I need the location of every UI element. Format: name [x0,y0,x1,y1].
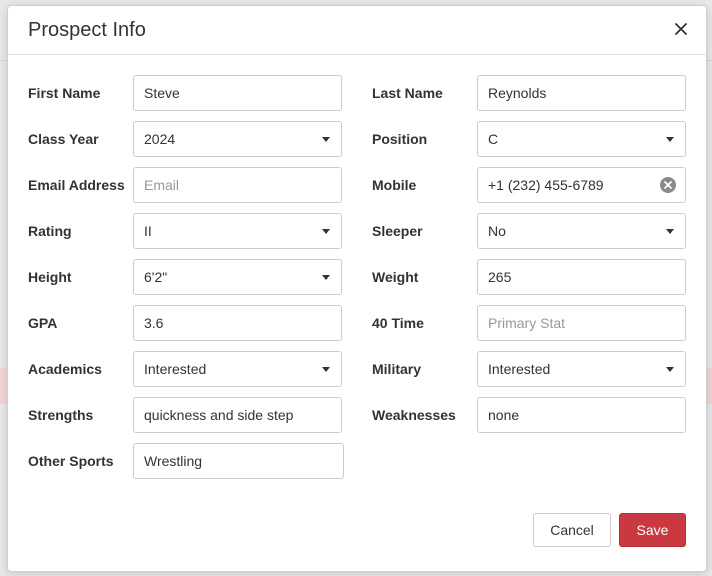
weight-label: Weight [372,269,419,285]
weight-value: 265 [488,269,512,285]
military-select[interactable]: Interested [477,351,686,387]
form-row: Strengths quickness and side step Weakne… [8,397,706,433]
forty-time-field[interactable]: Primary Stat [477,305,686,341]
modal-title: Prospect Info [28,19,146,41]
form-row: Academics Interested Military Interested [8,351,706,387]
other-sports-label: Other Sports [28,453,114,469]
weaknesses-label: Weaknesses [372,407,456,423]
chevron-down-icon [322,137,330,142]
close-button[interactable] [670,18,692,40]
close-icon [675,23,687,35]
gpa-value: 3.6 [144,315,164,331]
gpa-label: GPA [28,315,58,331]
modal-header: Prospect Info [8,6,706,55]
height-label: Height [28,269,72,285]
save-button[interactable]: Save [619,513,686,547]
form-row: Email Address Email Mobile +1 (232) 455-… [8,167,706,203]
sleeper-select[interactable]: No [477,213,686,249]
strengths-value: quickness and side step [144,407,294,423]
chevron-down-icon [322,229,330,234]
first-name-value: Steve [144,85,180,101]
rating-value: II [144,223,152,239]
forty-time-label: 40 Time [372,315,424,331]
weaknesses-field[interactable]: none [477,397,686,433]
mobile-value: +1 (232) 455-6789 [488,177,604,193]
email-placeholder: Email [144,177,180,193]
class-year-label: Class Year [28,131,99,147]
class-year-value: 2024 [144,131,176,147]
chevron-down-icon [666,137,674,142]
strengths-label: Strengths [28,407,94,423]
gpa-field[interactable]: 3.6 [133,305,342,341]
sleeper-value: No [488,223,506,239]
chevron-down-icon [666,367,674,372]
chevron-down-icon [322,275,330,280]
last-name-label: Last Name [372,85,443,101]
form-row: Rating II Sleeper No [8,213,706,249]
other-sports-value: Wrestling [144,453,203,469]
first-name-label: First Name [28,85,101,101]
mobile-field[interactable]: +1 (232) 455-6789 [477,167,686,203]
last-name-field[interactable]: Reynolds [477,75,686,111]
height-select[interactable]: 6'2" [133,259,342,295]
academics-label: Academics [28,361,102,377]
prospect-info-dialog: Prospect Info First Name Steve Last Name… [7,5,707,572]
mobile-label: Mobile [372,177,417,193]
military-label: Military [372,361,422,377]
class-year-select[interactable]: 2024 [133,121,342,157]
other-sports-field[interactable]: Wrestling [133,443,344,479]
rating-select[interactable]: II [133,213,342,249]
form-row: GPA 3.6 40 Time Primary Stat [8,305,706,341]
position-select[interactable]: C [477,121,686,157]
form-row: First Name Steve Last Name Reynolds [8,75,706,111]
form-row: Height 6'2" Weight 265 [8,259,706,295]
academics-select[interactable]: Interested [133,351,342,387]
form-row: Other Sports Wrestling [8,443,706,479]
forty-time-placeholder: Primary Stat [488,315,566,331]
chevron-down-icon [666,229,674,234]
rating-label: Rating [28,223,72,239]
sleeper-label: Sleeper [372,223,423,239]
chevron-down-icon [322,367,330,372]
weaknesses-value: none [488,407,520,423]
military-value: Interested [488,361,551,377]
clear-circle-icon[interactable] [660,177,676,193]
position-label: Position [372,131,428,147]
email-label: Email Address [28,177,125,193]
email-field[interactable]: Email [133,167,342,203]
position-value: C [488,131,499,147]
weight-field[interactable]: 265 [477,259,686,295]
strengths-field[interactable]: quickness and side step [133,397,342,433]
first-name-field[interactable]: Steve [133,75,342,111]
academics-value: Interested [144,361,207,377]
last-name-value: Reynolds [488,85,547,101]
cancel-button[interactable]: Cancel [533,513,611,547]
height-value: 6'2" [144,269,168,285]
form-row: Class Year 2024 Position C [8,121,706,157]
